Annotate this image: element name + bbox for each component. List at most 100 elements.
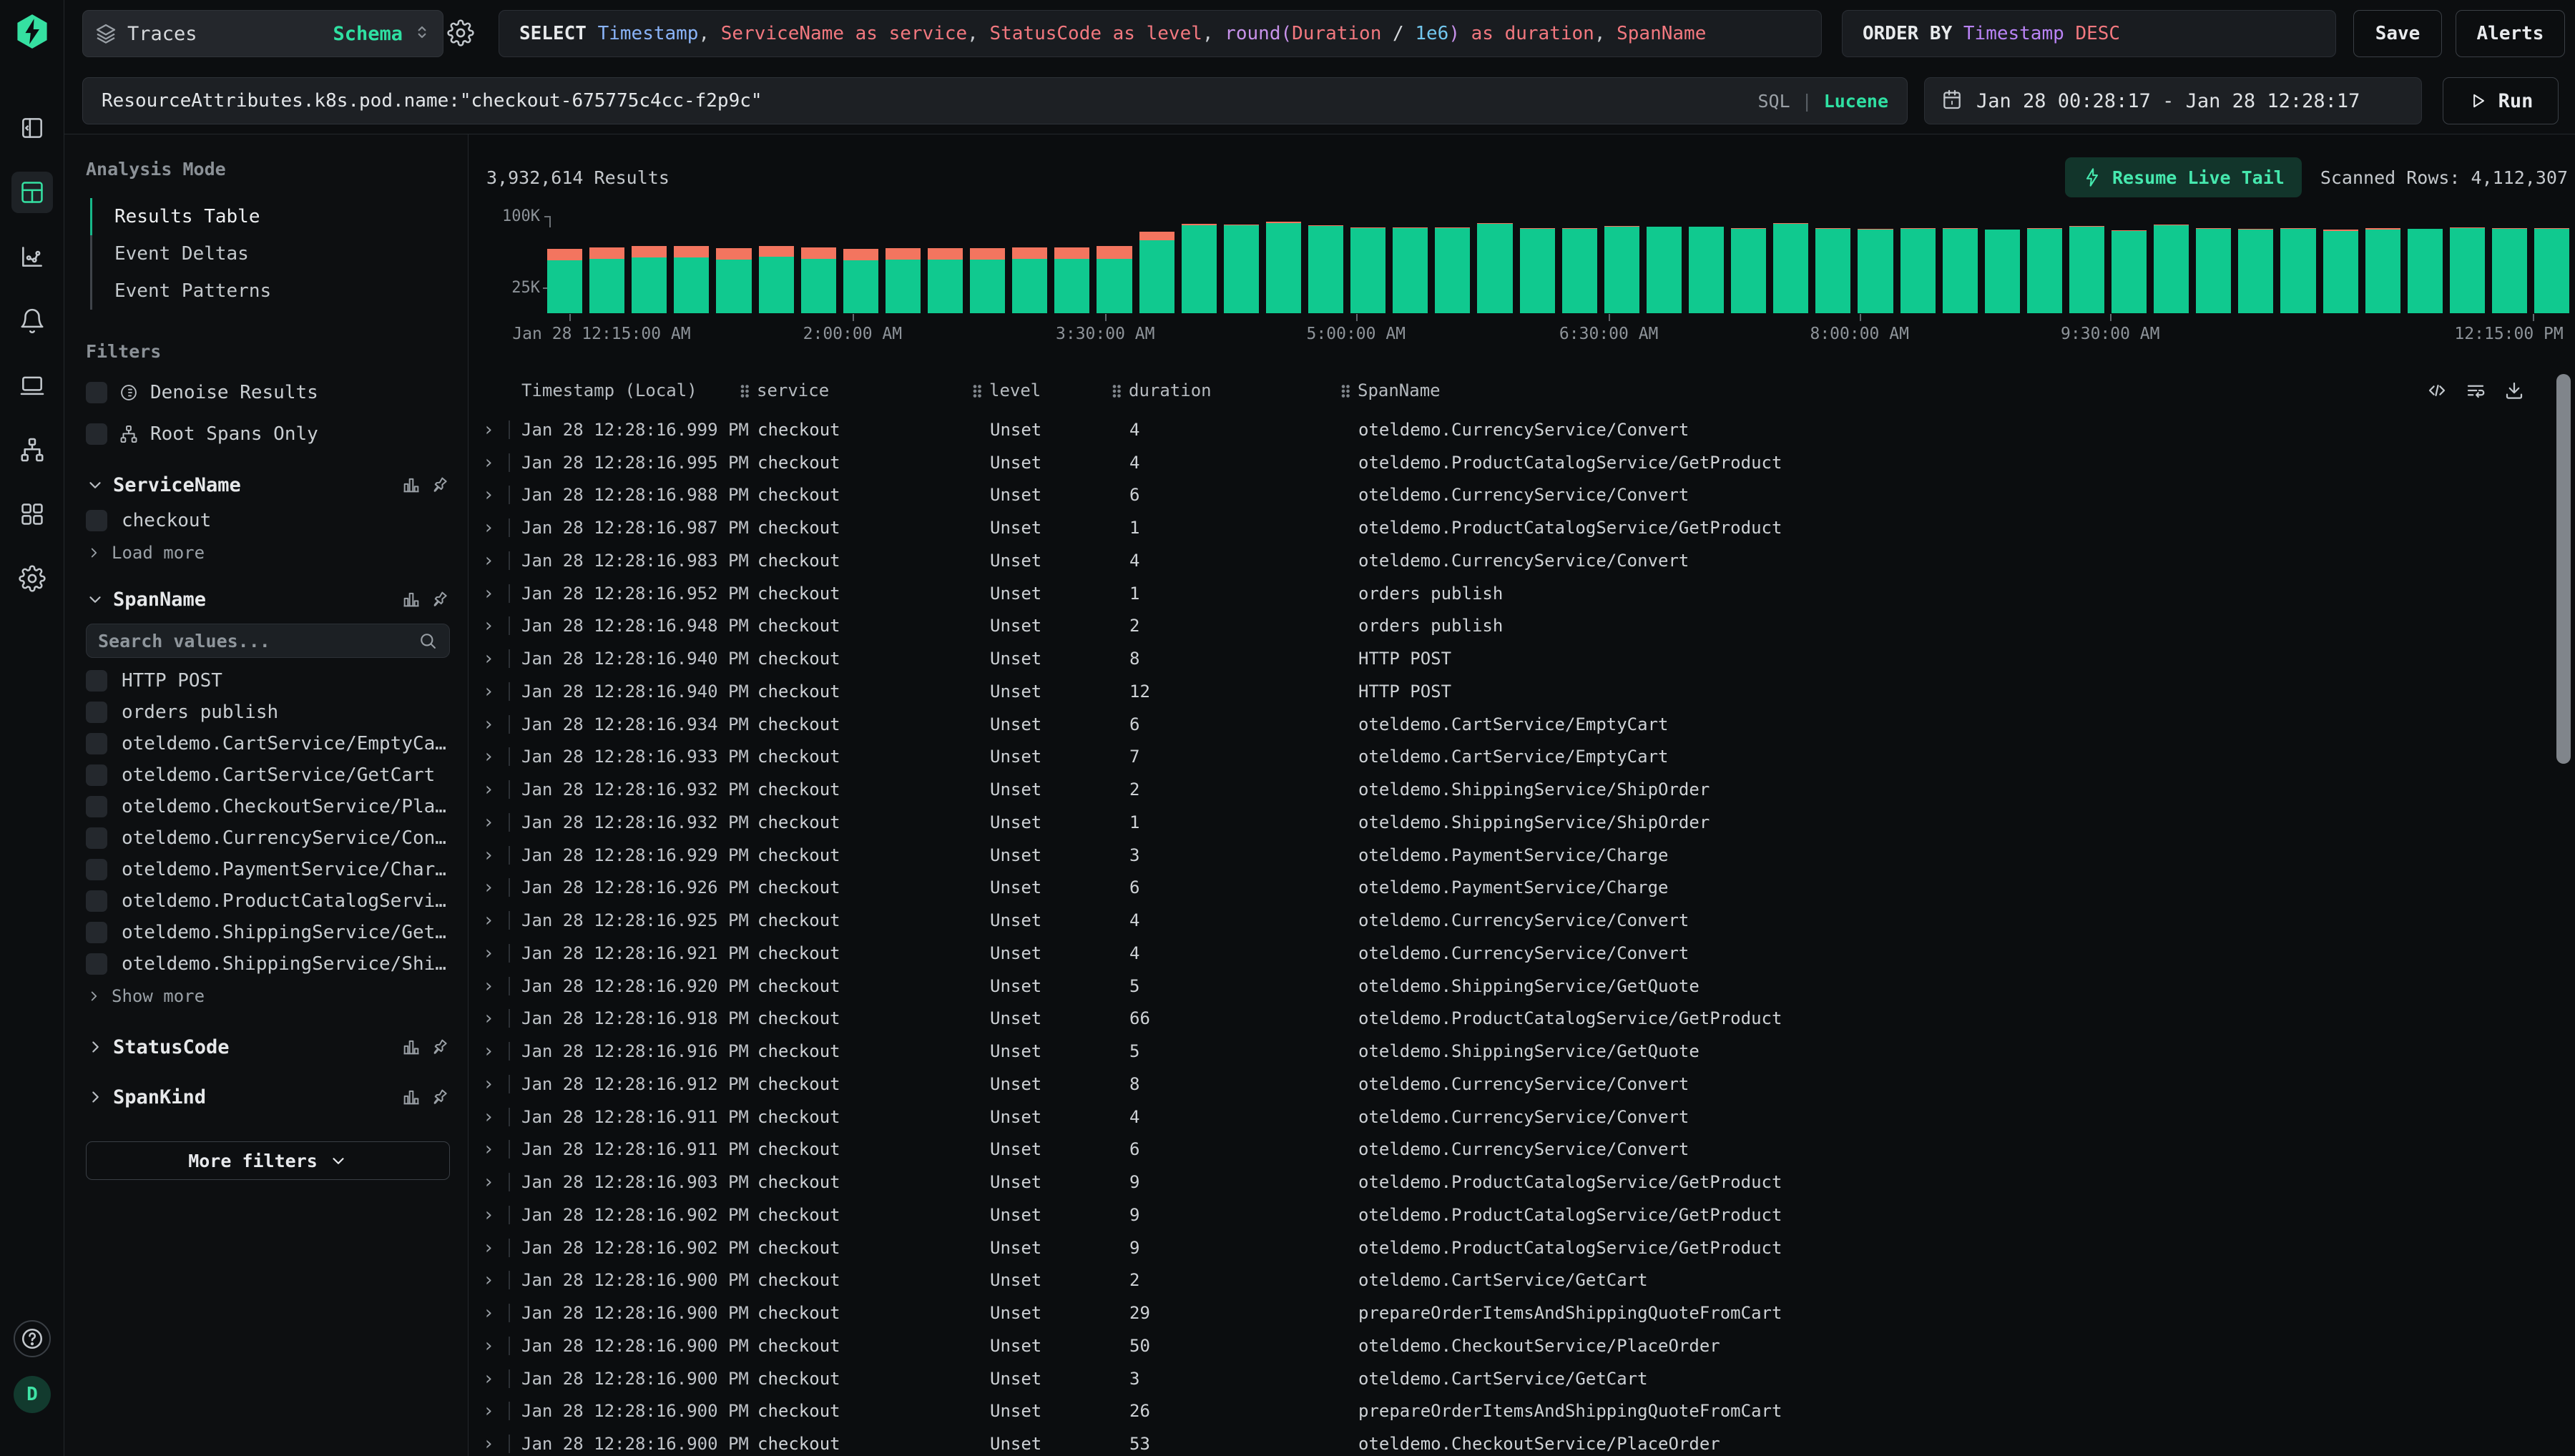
filter-option-oteldemo-currencyservice-con[interactable]: oteldemo.CurrencyService/Con… <box>86 822 450 854</box>
row-expand-chevron-icon[interactable]: › <box>469 1041 509 1062</box>
checkbox-orders-publish[interactable] <box>86 702 107 723</box>
table-row[interactable]: ›Jan 28 12:28:16.925 PMcheckoutUnset4ote… <box>469 904 2575 937</box>
table-row[interactable]: ›Jan 28 12:28:16.900 PMcheckoutUnset53ot… <box>469 1427 2575 1456</box>
histogram-bar[interactable] <box>1054 247 1089 313</box>
row-expand-chevron-icon[interactable]: › <box>469 583 509 604</box>
orderby-query-editor[interactable]: ORDER BY Timestamp DESC <box>1842 10 2336 57</box>
wrap-lines-icon[interactable] <box>2465 380 2486 401</box>
schema-selector[interactable]: Schema <box>333 23 403 45</box>
show-more-link[interactable]: Show more <box>86 980 450 1013</box>
table-row[interactable]: ›Jan 28 12:28:16.926 PMcheckoutUnset6ote… <box>469 872 2575 905</box>
table-row[interactable]: ›Jan 28 12:28:16.952 PMcheckoutUnset1ord… <box>469 577 2575 610</box>
checkbox-oteldemo-currencyservice-con[interactable] <box>86 827 107 849</box>
checkbox-oteldemo-productcatalogservi[interactable] <box>86 890 107 912</box>
filter-option-checkout[interactable]: checkout <box>86 505 450 536</box>
select-query-editor[interactable]: SELECT Timestamp, ServiceName as service… <box>499 10 1822 57</box>
filter-option-http-post[interactable]: HTTP POST <box>86 665 450 697</box>
histogram-bar[interactable] <box>1350 227 1385 313</box>
pin-icon[interactable] <box>430 589 450 609</box>
drag-handle-icon[interactable] <box>740 384 750 398</box>
row-expand-chevron-icon[interactable]: › <box>469 1368 509 1389</box>
histogram-bar[interactable] <box>1900 228 1936 313</box>
row-expand-chevron-icon[interactable]: › <box>469 877 509 898</box>
filter-option-oteldemo-checkoutservice-pla[interactable]: oteldemo.CheckoutService/Pla… <box>86 791 450 822</box>
histogram-bar[interactable] <box>2323 230 2358 313</box>
checkbox-oteldemo-cartservice-getcart[interactable] <box>86 764 107 786</box>
table-row[interactable]: ›Jan 28 12:28:16.911 PMcheckoutUnset6ote… <box>469 1133 2575 1166</box>
histogram-bar[interactable] <box>2408 229 2443 313</box>
histogram-bar[interactable] <box>1435 227 1470 313</box>
filter-section-spankind[interactable]: SpanKind <box>86 1077 450 1117</box>
histogram-bar[interactable] <box>2365 228 2400 313</box>
table-scrollbar[interactable] <box>2556 374 2571 764</box>
table-row[interactable]: ›Jan 28 12:28:16.920 PMcheckoutUnset5ote… <box>469 970 2575 1003</box>
checkbox-checkout[interactable] <box>86 510 107 531</box>
row-expand-chevron-icon[interactable]: › <box>469 943 509 964</box>
histogram-bar[interactable] <box>2112 230 2147 313</box>
filter-option-orders-publish[interactable]: orders publish <box>86 697 450 728</box>
row-expand-chevron-icon[interactable]: › <box>469 1433 509 1455</box>
filter-option-oteldemo-shippingservice-get[interactable]: oteldemo.ShippingService/Get… <box>86 917 450 948</box>
column-header-spanname[interactable]: SpanName <box>1341 380 2493 400</box>
histogram-bar[interactable] <box>589 247 624 313</box>
histogram-bar[interactable] <box>632 246 667 313</box>
checkbox-oteldemo-cartservice-emptyca[interactable] <box>86 733 107 754</box>
histogram-bar[interactable] <box>2280 228 2315 313</box>
table-row[interactable]: ›Jan 28 12:28:16.900 PMcheckoutUnset29pr… <box>469 1297 2575 1329</box>
table-row[interactable]: ›Jan 28 12:28:16.902 PMcheckoutUnset9ote… <box>469 1199 2575 1231</box>
row-expand-chevron-icon[interactable]: › <box>469 1204 509 1226</box>
histogram-bar[interactable] <box>1815 228 1850 313</box>
table-row[interactable]: ›Jan 28 12:28:16.940 PMcheckoutUnset8HTT… <box>469 642 2575 675</box>
column-header-duration[interactable]: duration <box>1112 380 1341 400</box>
checkbox-oteldemo-shippingservice-get[interactable] <box>86 922 107 943</box>
table-row[interactable]: ›Jan 28 12:28:16.940 PMcheckoutUnset12HT… <box>469 675 2575 708</box>
row-expand-chevron-icon[interactable]: › <box>469 975 509 997</box>
histogram-bar[interactable] <box>928 248 963 313</box>
histogram-bar[interactable] <box>2027 228 2062 313</box>
column-header-timestamp-local[interactable]: Timestamp (Local) <box>521 380 757 400</box>
toggle-root-spans-only[interactable]: Root Spans Only <box>86 413 450 455</box>
row-expand-chevron-icon[interactable]: › <box>469 517 509 538</box>
rail-item-gear-icon[interactable] <box>11 558 53 599</box>
analysis-mode-event-deltas[interactable]: Event Deltas <box>86 235 450 272</box>
table-row[interactable]: ›Jan 28 12:28:16.900 PMcheckoutUnset2ote… <box>469 1264 2575 1297</box>
table-row[interactable]: ›Jan 28 12:28:16.933 PMcheckoutUnset7ote… <box>469 741 2575 774</box>
checkbox-oteldemo-checkoutservice-pla[interactable] <box>86 796 107 817</box>
toggle-denoise-results[interactable]: Denoise Results <box>86 372 450 413</box>
histogram-bar[interactable] <box>1097 246 1132 313</box>
source-selector[interactable]: Traces Schema <box>82 10 443 57</box>
sql-mode-option[interactable]: SQL <box>1757 91 1790 112</box>
histogram-bar[interactable] <box>2154 225 2189 313</box>
histogram-bar[interactable] <box>886 248 921 313</box>
date-range-picker[interactable]: Jan 28 00:28:17 - Jan 28 12:28:17 <box>1924 77 2422 124</box>
column-header-level[interactable]: level <box>973 380 1112 400</box>
rail-item-chart-icon[interactable] <box>11 236 53 277</box>
row-expand-chevron-icon[interactable]: › <box>469 419 509 441</box>
row-expand-chevron-icon[interactable]: › <box>469 1400 509 1422</box>
pin-icon[interactable] <box>430 475 450 495</box>
histogram-bar[interactable] <box>1477 223 1512 313</box>
filter-section-spanname[interactable]: SpanName <box>86 579 450 619</box>
checkbox-oteldemo-shippingservice-shi[interactable] <box>86 953 107 975</box>
app-logo-icon[interactable] <box>14 13 51 50</box>
filter-section-servicename[interactable]: ServiceName <box>86 465 450 505</box>
lucene-mode-option[interactable]: Lucene <box>1824 91 1888 112</box>
resume-live-tail-button[interactable]: Resume Live Tail <box>2065 157 2302 197</box>
table-row[interactable]: ›Jan 28 12:28:16.999 PMcheckoutUnset4ote… <box>469 413 2575 446</box>
filter-option-oteldemo-productcatalogservi[interactable]: oteldemo.ProductCatalogServi… <box>86 885 450 917</box>
histogram-bar[interactable] <box>1985 230 2020 313</box>
rail-item-hierarchy-icon[interactable] <box>11 429 53 471</box>
rail-item-grid-apps-icon[interactable] <box>11 493 53 535</box>
histogram-bar[interactable] <box>1139 232 1174 313</box>
drag-handle-icon[interactable] <box>973 384 982 398</box>
more-filters-button[interactable]: More filters <box>86 1141 450 1180</box>
save-button[interactable]: Save <box>2353 10 2442 57</box>
row-expand-chevron-icon[interactable]: › <box>469 746 509 767</box>
column-chart-icon[interactable] <box>401 1037 421 1057</box>
filter-search-input[interactable] <box>98 631 411 651</box>
histogram-bar[interactable] <box>2196 228 2231 313</box>
column-chart-icon[interactable] <box>401 475 421 495</box>
histogram-bar[interactable] <box>1182 224 1217 313</box>
table-row[interactable]: ›Jan 28 12:28:16.918 PMcheckoutUnset66ot… <box>469 1003 2575 1036</box>
pin-icon[interactable] <box>430 1037 450 1057</box>
